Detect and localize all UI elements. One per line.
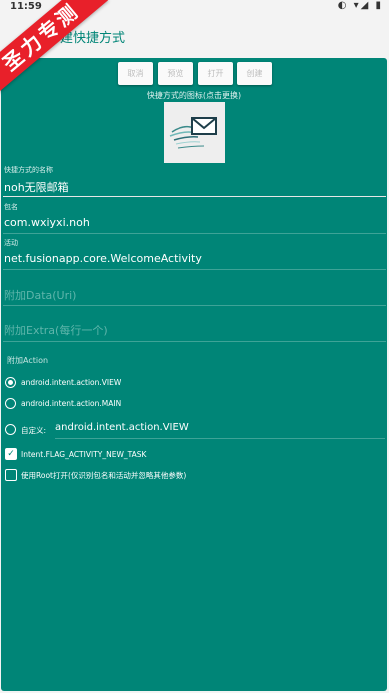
- icon-hint: 快捷方式的图标(点击更换): [146, 91, 242, 100]
- root-open-label: 使用Root打开(仅识别包名和活动并忽略其他参数): [21, 471, 187, 480]
- radio-action-main[interactable]: [5, 398, 16, 409]
- extra-underline: [3, 341, 386, 342]
- activity-input-underline: [3, 269, 386, 270]
- status-icons: ◐ ▾◢ ▮: [337, 0, 383, 11]
- clock: 11:59: [10, 1, 42, 12]
- open-button[interactable]: 打开: [198, 62, 233, 85]
- radio-action-view-label: android.intent.action.VIEW: [21, 378, 122, 387]
- package-input[interactable]: com.wxiyxi.noh: [4, 216, 90, 229]
- radio-action-custom[interactable]: [5, 424, 16, 435]
- package-label: 包名: [4, 203, 18, 211]
- root-open-checkbox[interactable]: [5, 469, 17, 481]
- radio-selected-dot: [8, 380, 13, 385]
- create-button[interactable]: 创建: [237, 62, 272, 85]
- shortcut-icon-picker[interactable]: [164, 102, 225, 163]
- name-input-underline: [3, 196, 386, 197]
- package-input-underline: [3, 233, 386, 234]
- flag-new-task-label: Intent.FLAG_ACTIVITY_NEW_TASK: [21, 450, 147, 459]
- data-uri-input[interactable]: 附加Data(Uri): [4, 287, 76, 303]
- activity-input[interactable]: net.fusionapp.core.WelcomeActivity: [4, 252, 202, 265]
- custom-action-underline: [55, 438, 385, 439]
- activity-label: 活动: [4, 239, 18, 247]
- radio-action-view[interactable]: [5, 377, 16, 388]
- data-uri-underline: [3, 305, 386, 306]
- flag-new-task-checkbox[interactable]: ✓: [5, 448, 17, 460]
- custom-action-input[interactable]: android.intent.action.VIEW: [55, 422, 189, 433]
- radio-action-custom-label: 自定义:: [21, 426, 47, 435]
- name-label: 快捷方式的名称: [4, 166, 53, 174]
- name-input[interactable]: noh无限邮箱: [4, 179, 69, 195]
- action-section-label: 附加Action: [7, 356, 49, 365]
- extra-input[interactable]: 附加Extra(每行一个): [4, 322, 108, 338]
- radio-action-main-label: android.intent.action.MAIN: [21, 399, 122, 408]
- cancel-button[interactable]: 取消: [118, 62, 153, 85]
- shortcut-dialog: 取消 预览 打开 创建 快捷方式的图标(点击更换) 快捷方式的名称 noh无限邮…: [1, 58, 387, 691]
- preview-button[interactable]: 预览: [158, 62, 193, 85]
- mail-icon: [169, 117, 217, 149]
